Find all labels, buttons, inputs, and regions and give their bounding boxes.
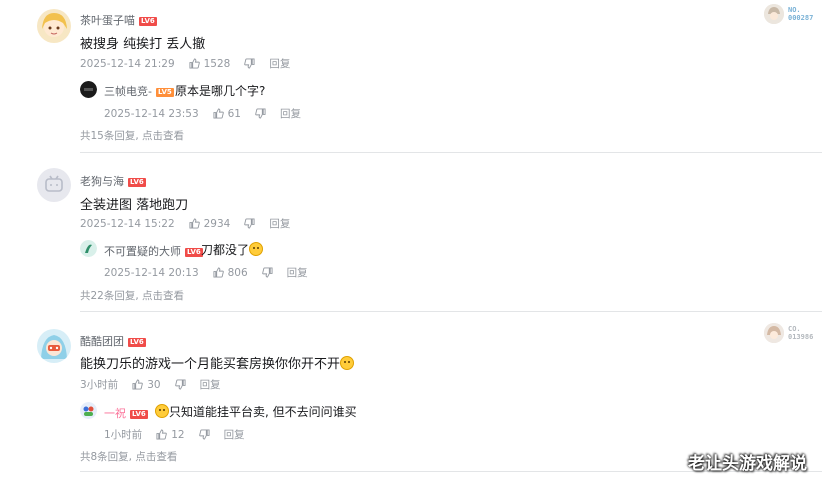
comment-meta: 3小时前 30 回复: [80, 377, 221, 392]
dislike-button[interactable]: [174, 379, 186, 390]
thumb-up-icon: [189, 218, 200, 229]
level-badge: LV6: [128, 178, 146, 187]
reply-username[interactable]: 三帧电竞- LV5: [104, 83, 174, 99]
like-button[interactable]: 806: [213, 267, 248, 279]
comment-content: 能换刀乐的游戏一个月能买套房换你你开不开: [80, 353, 355, 372]
thumb-up-icon: [132, 379, 143, 390]
level-badge: LV6: [139, 17, 157, 26]
thumb-down-icon: [244, 58, 255, 69]
reply-meta: 1小时前 12 回复: [104, 427, 245, 442]
thumb-up-icon: [189, 58, 200, 69]
emoji-icon: [249, 242, 264, 256]
comment-meta: 2025-12-14 15:22 2934 回复: [80, 216, 290, 231]
dislike-button[interactable]: [198, 429, 210, 440]
like-count: 1528: [203, 57, 231, 70]
divider: [80, 152, 822, 153]
reply-username[interactable]: 一祝 LV6: [104, 405, 148, 421]
fan-badge: NO. 000287: [764, 4, 813, 24]
like-count: 12: [171, 428, 185, 441]
reply-avatar[interactable]: [80, 240, 97, 257]
dislike-button[interactable]: [255, 108, 266, 119]
comment-content: 全装进图 落地跑刀: [80, 198, 189, 213]
emoji-icon: [340, 356, 355, 370]
level-badge: LV6: [128, 338, 146, 347]
reply-content: 刀都没了: [201, 241, 264, 258]
view-more-replies[interactable]: 共22条回复, 点击查看: [80, 288, 184, 303]
thumb-down-icon: [244, 218, 255, 229]
reply-time: 2025-12-14 23:53: [104, 107, 199, 120]
reply-avatar[interactable]: [80, 81, 97, 98]
username[interactable]: 老狗与海 LV6: [80, 173, 146, 189]
reply-button[interactable]: 回复: [269, 216, 290, 231]
dislike-button[interactable]: [261, 267, 273, 278]
like-count: 2934: [203, 217, 231, 230]
reply-button[interactable]: 回复: [269, 56, 290, 71]
emoji-icon: [155, 404, 169, 418]
reply-time: 2025-12-14 20:13: [104, 266, 199, 279]
like-button[interactable]: 30: [132, 378, 161, 391]
reply-meta: 2025-12-14 20:13 806 回复: [104, 265, 308, 280]
comment-content: 被搜身 纯挨打 丢人撤: [80, 37, 206, 52]
thumb-up-icon: [213, 267, 224, 278]
fan-badge-text: CO. 013986: [788, 325, 814, 341]
fan-badge-icon: [764, 4, 784, 24]
dislike-button[interactable]: [244, 58, 255, 69]
reply-avatar[interactable]: [80, 402, 97, 419]
thumb-up-icon: [213, 108, 224, 119]
like-count: 61: [227, 107, 241, 120]
reply-button[interactable]: 回复: [280, 106, 301, 121]
reply-content: 只知道能挂平台卖, 但不去问问谁买: [155, 403, 357, 420]
thumb-down-icon: [198, 429, 210, 440]
thumb-down-icon: [174, 379, 186, 390]
reply-button[interactable]: 回复: [287, 265, 308, 280]
like-count: 30: [147, 378, 161, 391]
like-button[interactable]: 1528: [189, 57, 231, 70]
fan-badge: CO. 013986: [764, 323, 813, 343]
fan-badge-text: NO. 000287: [788, 6, 814, 22]
like-count: 806: [227, 266, 248, 279]
username[interactable]: 茶叶蛋子喵 LV6: [80, 12, 157, 28]
like-button[interactable]: 2934: [189, 217, 231, 230]
divider: [80, 311, 822, 312]
comment-time: 2025-12-14 15:22: [80, 217, 175, 230]
level-badge: LV6: [130, 410, 148, 419]
avatar[interactable]: [37, 168, 71, 202]
comment-time: 3小时前: [80, 379, 119, 391]
username[interactable]: 酷酷团团 LV6: [80, 333, 146, 349]
reply-username[interactable]: 不可置疑的大师 LV6: [104, 243, 203, 259]
reply-button[interactable]: 回复: [224, 427, 245, 442]
like-button[interactable]: 61: [213, 108, 241, 120]
reply-button[interactable]: 回复: [200, 377, 221, 392]
avatar[interactable]: [37, 9, 71, 43]
view-more-replies[interactable]: 共15条回复, 点击查看: [80, 128, 184, 143]
dislike-button[interactable]: [244, 218, 255, 229]
view-more-replies[interactable]: 共8条回复, 点击查看: [80, 449, 177, 464]
comment-time: 2025-12-14 21:29: [80, 57, 175, 70]
thumb-up-icon: [156, 429, 167, 440]
thumb-down-icon: [261, 267, 273, 278]
reply-meta: 2025-12-14 23:53 61 回复: [104, 106, 301, 121]
comment-meta: 2025-12-14 21:29 1528 回复: [80, 56, 290, 71]
fan-badge-icon: [764, 323, 784, 343]
like-button[interactable]: 12: [156, 428, 185, 441]
thumb-down-icon: [255, 108, 266, 119]
reply-time: 1小时前: [104, 429, 143, 441]
avatar[interactable]: [37, 329, 71, 363]
watermark: 老让头游戏解说: [688, 454, 807, 474]
level-badge: LV5: [155, 88, 174, 97]
reply-content: 原本是哪几个字?: [175, 84, 266, 98]
